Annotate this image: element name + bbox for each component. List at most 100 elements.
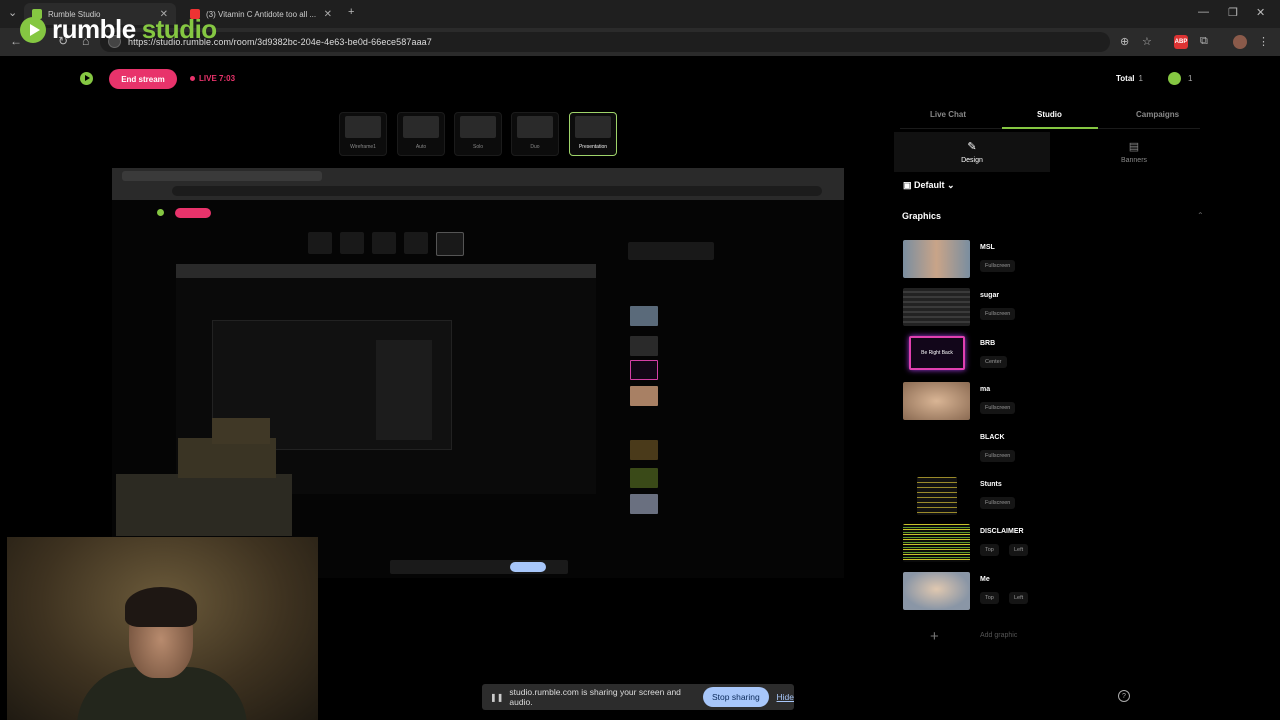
preview-graphic-thumb: [630, 386, 658, 406]
nested-chrome: [176, 264, 596, 278]
add-graphic-icon[interactable]: +: [930, 628, 939, 645]
restore-icon[interactable]: ❐: [1228, 6, 1238, 19]
rumble-mini-logo-icon[interactable]: [80, 72, 93, 85]
preview-graphic-thumb: [630, 306, 658, 326]
graphic-thumbnail: [903, 524, 970, 562]
screen-share-bar: ❚❚ studio.rumble.com is sharing your scr…: [482, 684, 794, 710]
active-tab-indicator: [1002, 127, 1098, 129]
position-chip[interactable]: Left: [1009, 544, 1029, 556]
preview-layout: [436, 232, 464, 256]
graphic-item-me[interactable]: Me Top Left: [903, 572, 1203, 612]
preview-layout: [372, 232, 396, 254]
subtab-design[interactable]: ✎ Design: [894, 132, 1050, 172]
preview-webcam-echo: [178, 438, 276, 478]
total-viewers: Total 1: [1116, 74, 1143, 83]
end-stream-button[interactable]: End stream: [109, 69, 177, 89]
layout-duo-button[interactable]: Duo: [511, 112, 559, 156]
chevron-up-icon[interactable]: ⌃: [1197, 211, 1204, 220]
preview-share-bar: [390, 560, 568, 574]
zoom-icon[interactable]: ⊕: [1120, 35, 1129, 48]
preview-logo-icon: [157, 209, 164, 216]
position-chip[interactable]: Center: [980, 356, 1007, 368]
viewer-count: 1: [1188, 74, 1193, 83]
theme-icon: ▣: [903, 180, 915, 190]
preview-graphic-thumb: [630, 440, 658, 460]
chevron-down-icon: ⌄: [944, 180, 955, 190]
bookmark-star-icon[interactable]: ☆: [1142, 35, 1152, 48]
subtab-banners[interactable]: ▤ Banners: [1056, 132, 1212, 172]
tab-campaigns[interactable]: Campaigns: [1136, 110, 1179, 119]
graphic-item-black[interactable]: BLACK Fullscreen: [903, 430, 1203, 470]
graphic-item-brb[interactable]: Be Right Back BRB Center: [903, 336, 1203, 376]
layout-presentation-button[interactable]: Presentation: [569, 112, 617, 156]
graphic-item-sugar[interactable]: sugar Fullscreen: [903, 288, 1203, 328]
rumble-studio-watermark: rumble studio: [20, 14, 217, 45]
preview-graphic-thumb: [630, 494, 658, 514]
profile-avatar[interactable]: [1233, 35, 1247, 49]
layout-auto-button[interactable]: Auto: [397, 112, 445, 156]
viewer-count-icon: [1168, 72, 1181, 85]
layout-thumb: [517, 116, 553, 138]
pause-icon[interactable]: ❚❚: [490, 693, 503, 702]
preview-graphic-thumb: [630, 336, 658, 356]
browser-menu-icon[interactable]: ⋮: [1258, 35, 1269, 48]
layout-thumb: [575, 116, 611, 138]
preview-layout: [308, 232, 332, 254]
position-chip[interactable]: Top: [980, 592, 999, 604]
preview-address-bar: [172, 186, 822, 196]
position-chip[interactable]: Fullscreen: [980, 260, 1016, 272]
preview-graphic-thumb: [630, 360, 658, 380]
graphic-thumbnail: [903, 382, 970, 420]
add-graphic-label[interactable]: Add graphic: [980, 632, 1017, 639]
preview-webcam-echo: [116, 474, 292, 536]
webcam-feed: [7, 537, 318, 720]
position-chip[interactable]: Fullscreen: [980, 450, 1016, 462]
close-window-icon[interactable]: ✕: [1256, 6, 1265, 19]
extensions-icon[interactable]: ⧉: [1200, 35, 1208, 48]
new-tab-icon[interactable]: +: [348, 6, 354, 18]
graphics-heading: Graphics: [902, 211, 942, 221]
preview-layout: [340, 232, 364, 254]
graphic-item-ma[interactable]: ma Fullscreen: [903, 382, 1203, 422]
layout-thumb: [460, 116, 496, 138]
preview-webcam-echo: [212, 418, 270, 444]
position-chip[interactable]: Top: [980, 544, 999, 556]
tab-live-chat[interactable]: Live Chat: [930, 110, 966, 119]
pencil-icon: ✎: [967, 141, 977, 153]
graphic-thumbnail: [917, 477, 957, 515]
tab-studio[interactable]: Studio: [1037, 110, 1062, 119]
stop-sharing-button[interactable]: Stop sharing: [703, 687, 769, 707]
position-chip[interactable]: Left: [1009, 592, 1029, 604]
preview-tabs: [122, 171, 322, 181]
position-chip[interactable]: Fullscreen: [980, 402, 1016, 414]
help-icon[interactable]: ?: [1118, 690, 1130, 702]
nested-list: [376, 340, 432, 440]
layout-solo-button[interactable]: Solo: [454, 112, 502, 156]
minimize-icon[interactable]: —: [1198, 6, 1209, 18]
adblock-extension-icon[interactable]: ABP: [1174, 35, 1188, 49]
banner-icon: ▤: [1128, 141, 1140, 153]
preview-graphic-thumb: [630, 468, 658, 488]
theme-dropdown[interactable]: ▣ Default ⌄: [903, 180, 955, 191]
preview-design-tab: [628, 242, 714, 260]
webcam-hair: [125, 587, 197, 627]
layout-thumb: [403, 116, 439, 138]
graphic-item-stunts[interactable]: Stunts Fullscreen: [903, 477, 1203, 517]
rumble-logo-icon: [20, 16, 46, 43]
share-message: studio.rumble.com is sharing your screen…: [509, 687, 681, 707]
tab-close-icon[interactable]: ✕: [324, 9, 332, 20]
graphic-thumbnail: [903, 572, 970, 610]
graphic-thumbnail: [903, 240, 970, 278]
graphic-item-msl[interactable]: MSL Fullscreen: [903, 240, 1203, 280]
hide-share-bar-link[interactable]: Hide: [777, 692, 794, 702]
preview-stop-button: [510, 562, 546, 572]
position-chip[interactable]: Fullscreen: [980, 308, 1016, 320]
position-chip[interactable]: Fullscreen: [980, 497, 1016, 509]
graphic-thumbnail: Be Right Back: [909, 336, 965, 370]
graphic-thumbnail: [903, 288, 970, 326]
tab-search-icon[interactable]: ⌄: [8, 6, 17, 19]
layout-wireframe-button[interactable]: Wireframe1: [339, 112, 387, 156]
graphic-thumbnail: [903, 430, 970, 468]
graphic-item-disclaimer[interactable]: DISCLAIMER Top Left: [903, 524, 1203, 564]
preview-browser-chrome: [112, 168, 844, 200]
